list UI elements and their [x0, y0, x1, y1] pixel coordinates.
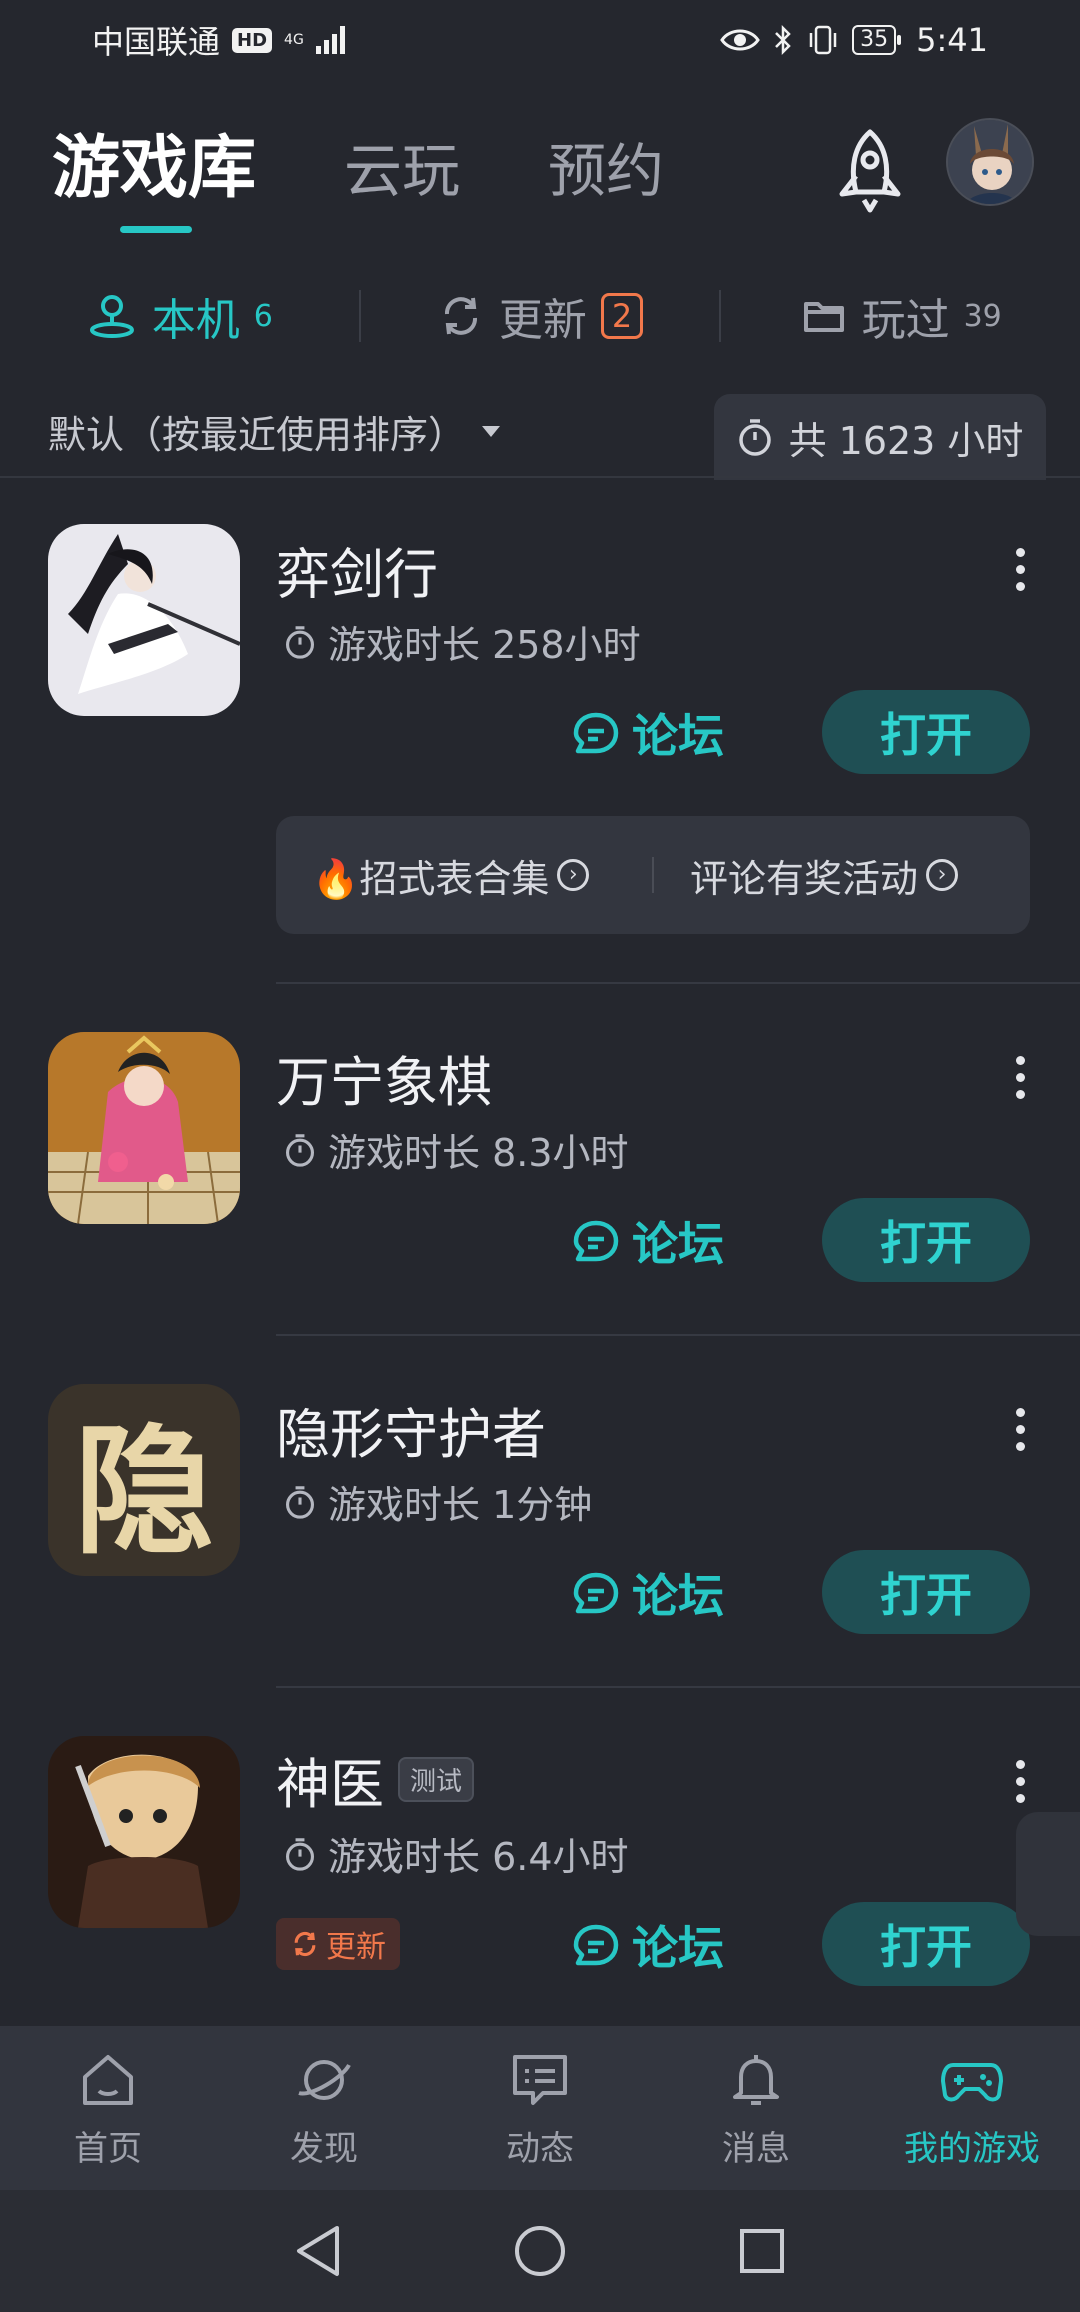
- forum-button[interactable]: 论坛: [572, 1910, 744, 1980]
- info-link-event[interactable]: 评论有奖活动 ›: [654, 848, 1030, 903]
- home-circle-icon[interactable]: [513, 2224, 567, 2278]
- game-playtime: 游戏时长 258小时: [284, 614, 641, 669]
- game-playtime: 游戏时长 6.4小时: [284, 1826, 629, 1881]
- info-link-moves[interactable]: 🔥招式表合集 ›: [276, 848, 652, 903]
- signal-icon: [315, 26, 345, 54]
- nav-messages[interactable]: 消息: [648, 2026, 864, 2190]
- game-playtime: 游戏时长 8.3小时: [284, 1122, 629, 1177]
- nav-discover[interactable]: 发现: [216, 2026, 432, 2190]
- refresh-icon: [294, 1931, 316, 1957]
- total-playtime: 共 1623 小时: [788, 418, 1024, 463]
- forum-button[interactable]: 论坛: [572, 1206, 744, 1276]
- total-playtime-pill: 共 1623 小时: [714, 394, 1046, 480]
- gamepad-icon: [941, 2062, 1003, 2101]
- game-icon-yijianxing[interactable]: [48, 524, 240, 716]
- open-button[interactable]: 打开: [822, 1902, 1030, 1986]
- game-info-card: 🔥招式表合集 › 评论有奖活动 ›: [276, 816, 1030, 934]
- arrow-right-circle-icon: ›: [926, 859, 959, 891]
- user-avatar[interactable]: [946, 118, 1034, 206]
- open-button[interactable]: 打开: [822, 1550, 1030, 1634]
- subtab-played[interactable]: 玩过 39: [721, 284, 1080, 348]
- home-icon: [83, 2054, 133, 2105]
- floating-side-button[interactable]: [1016, 1812, 1080, 1936]
- folder-icon: [803, 302, 844, 332]
- game-title: 万宁象棋: [276, 1051, 492, 1114]
- more-options-icon[interactable]: [1010, 548, 1030, 591]
- arrow-right-circle-icon: ›: [557, 859, 590, 891]
- bell-icon: [733, 2054, 779, 2105]
- nav-home[interactable]: 首页: [0, 2026, 216, 2190]
- subtab-local-count: 6: [253, 298, 273, 334]
- game-title-row: 神医 测试: [276, 1740, 475, 1819]
- message-icon: [513, 2054, 567, 2105]
- sort-dropdown[interactable]: 默认（按最近使用排序）: [48, 404, 501, 459]
- bluetooth-icon: [775, 24, 791, 56]
- forum-button[interactable]: 论坛: [572, 698, 744, 768]
- tab-reservation[interactable]: 预约: [548, 124, 664, 208]
- active-tab-indicator: [120, 226, 192, 233]
- chat-icon: [573, 1220, 619, 1262]
- nav-feed[interactable]: 动态: [432, 2026, 648, 2190]
- game-icon-invisible-guardian[interactable]: 隐: [48, 1384, 240, 1576]
- test-tag: 测试: [398, 1757, 475, 1802]
- subtab-updates-label: 更新: [498, 295, 587, 346]
- open-button[interactable]: 打开: [822, 690, 1030, 774]
- game-title: 神医: [276, 1753, 384, 1816]
- tab-game-library[interactable]: 游戏库: [52, 112, 256, 211]
- game-title: 隐形守护者: [276, 1403, 546, 1466]
- network-type: 4G: [284, 32, 304, 48]
- list-divider: [0, 476, 1080, 478]
- clock: 5:41: [916, 21, 988, 59]
- timer-icon: [286, 625, 314, 659]
- timer-icon: [286, 1133, 314, 1167]
- item-divider: [276, 982, 1080, 984]
- timer-icon: [286, 1485, 314, 1519]
- recents-icon[interactable]: [737, 2226, 787, 2276]
- game-playtime: 游戏时长 1分钟: [284, 1474, 592, 1529]
- update-count-badge: 2: [600, 293, 644, 339]
- chat-icon: [573, 712, 619, 754]
- system-navigation-bar: [0, 2190, 1080, 2312]
- refresh-icon: [444, 297, 477, 335]
- item-divider: [276, 1686, 1080, 1688]
- update-tag[interactable]: 更新: [276, 1918, 400, 1970]
- open-button[interactable]: 打开: [822, 1198, 1030, 1282]
- item-divider: [276, 1334, 1080, 1336]
- vibrate-icon: [809, 25, 837, 55]
- chat-icon: [573, 1924, 619, 1966]
- tab-cloud-play[interactable]: 云玩: [344, 124, 460, 208]
- person-pin-icon: [89, 295, 134, 338]
- subtab-local-label: 本机: [151, 295, 240, 346]
- subtab-played-count: 39: [963, 298, 1002, 334]
- timer-icon: [286, 1837, 314, 1871]
- subtab-local[interactable]: 本机 6: [0, 284, 359, 348]
- bottom-nav: 首页 发现 动态 消息 我的游戏: [0, 2026, 1080, 2190]
- chat-icon: [573, 1572, 619, 1614]
- game-title: 弈剑行: [276, 543, 438, 606]
- subtabs: 本机 6 更新 2 玩过 39: [0, 280, 1080, 352]
- subtab-updates[interactable]: 更新 2: [361, 284, 720, 348]
- battery-indicator: 35: [852, 25, 902, 55]
- hd-badge: HD: [232, 27, 273, 53]
- caret-down-icon: [482, 426, 501, 437]
- status-bar: 中国联通 HD 4G 35 5:41: [0, 0, 1080, 80]
- carrier-label: 中国联通: [92, 23, 221, 61]
- back-icon[interactable]: [293, 2224, 343, 2278]
- game-icon-shenyi[interactable]: [48, 1736, 240, 1928]
- more-options-icon[interactable]: [1010, 1760, 1030, 1803]
- rocket-icon[interactable]: [832, 126, 908, 216]
- game-icon-wanning-chess[interactable]: [48, 1032, 240, 1224]
- sort-row: 默认（按最近使用排序） 共 1623 小时: [0, 390, 1080, 480]
- more-options-icon[interactable]: [1010, 1056, 1030, 1099]
- timer-icon: [738, 419, 771, 456]
- eye-icon: [720, 29, 760, 51]
- nav-my-games[interactable]: 我的游戏: [864, 2026, 1080, 2190]
- subtab-played-label: 玩过: [861, 295, 950, 346]
- planet-icon: [298, 2059, 351, 2100]
- sort-label: 默认（按最近使用排序）: [48, 413, 467, 457]
- forum-button[interactable]: 论坛: [572, 1558, 744, 1628]
- more-options-icon[interactable]: [1010, 1408, 1030, 1451]
- header: 游戏库 云玩 预约: [0, 118, 1080, 238]
